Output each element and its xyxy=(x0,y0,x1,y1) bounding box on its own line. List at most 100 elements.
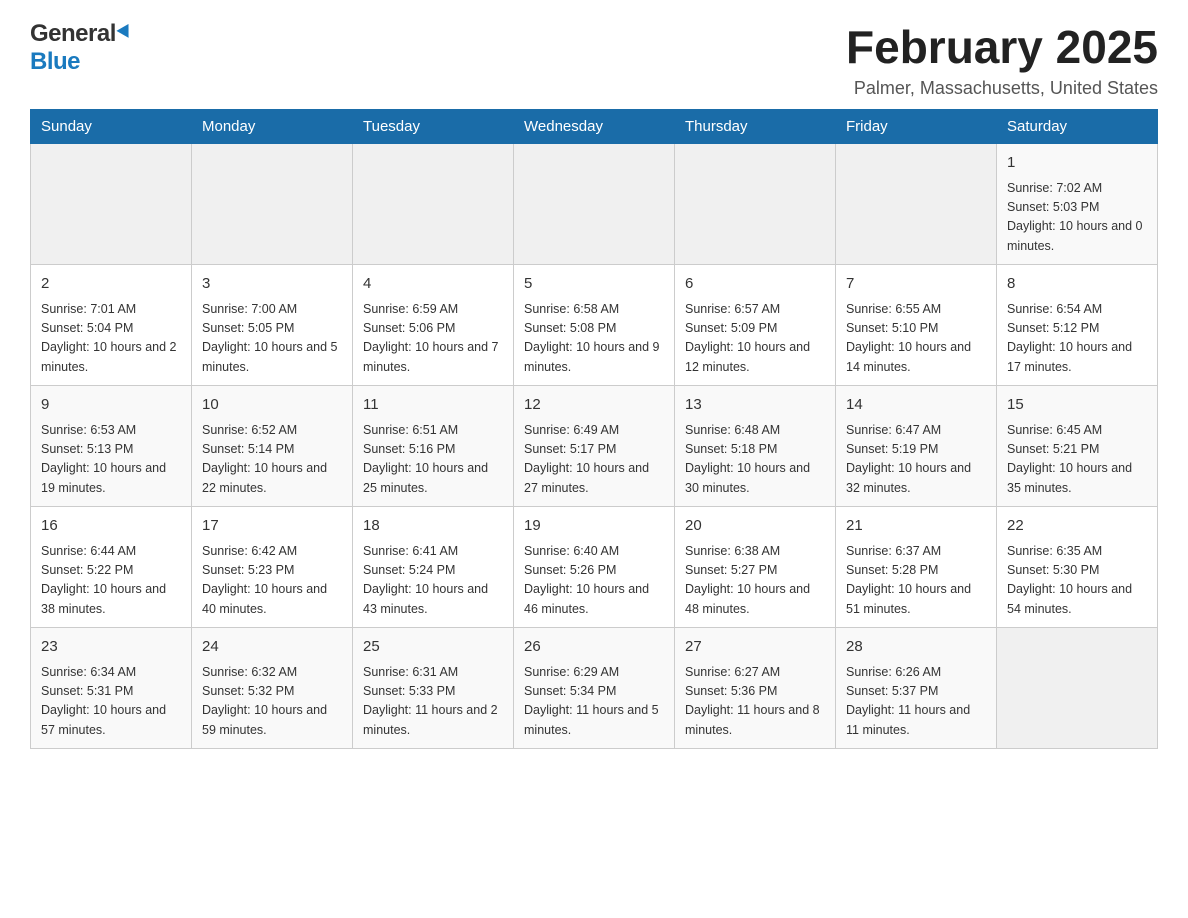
day-info: Sunrise: 6:52 AMSunset: 5:14 PMDaylight:… xyxy=(202,421,342,499)
calendar-cell: 17 Sunrise: 6:42 AMSunset: 5:23 PMDayligh… xyxy=(192,507,353,628)
calendar-cell: 13 Sunrise: 6:48 AMSunset: 5:18 PMDayligh… xyxy=(675,386,836,507)
weekday-header-sunday: Sunday xyxy=(31,110,192,144)
day-info: Sunrise: 7:01 AMSunset: 5:04 PMDaylight:… xyxy=(41,300,181,378)
day-info: Sunrise: 6:49 AMSunset: 5:17 PMDaylight:… xyxy=(524,421,664,499)
weekday-header-row: SundayMondayTuesdayWednesdayThursdayFrid… xyxy=(31,110,1158,144)
day-number: 10 xyxy=(202,394,342,417)
calendar-cell xyxy=(353,144,514,265)
calendar-cell: 18 Sunrise: 6:41 AMSunset: 5:24 PMDayligh… xyxy=(353,507,514,628)
calendar-week-1: 1Sunrise: 7:02 AMSunset: 5:03 PMDaylight… xyxy=(31,144,1158,265)
calendar-week-3: 9 Sunrise: 6:53 AMSunset: 5:13 PMDaylight… xyxy=(31,386,1158,507)
calendar-cell: 12 Sunrise: 6:49 AMSunset: 5:17 PMDayligh… xyxy=(514,386,675,507)
day-number: 19 xyxy=(524,515,664,538)
calendar-cell: 3Sunrise: 7:00 AMSunset: 5:05 PMDaylight… xyxy=(192,265,353,386)
day-info: Sunrise: 6:40 AMSunset: 5:26 PMDaylight:… xyxy=(524,542,664,620)
day-number: 14 xyxy=(846,394,986,417)
calendar-cell xyxy=(192,144,353,265)
day-info: Sunrise: 6:41 AMSunset: 5:24 PMDaylight:… xyxy=(363,542,503,620)
day-info: Sunrise: 6:38 AMSunset: 5:27 PMDaylight:… xyxy=(685,542,825,620)
calendar-cell xyxy=(997,628,1158,749)
month-title: February 2025 xyxy=(846,20,1158,74)
day-info: Sunrise: 6:45 AMSunset: 5:21 PMDaylight:… xyxy=(1007,421,1147,499)
weekday-header-tuesday: Tuesday xyxy=(353,110,514,144)
calendar-cell: 4 Sunrise: 6:59 AMSunset: 5:06 PMDaylight… xyxy=(353,265,514,386)
weekday-header-thursday: Thursday xyxy=(675,110,836,144)
day-number: 15 xyxy=(1007,394,1147,417)
day-number: 22 xyxy=(1007,515,1147,538)
calendar-cell xyxy=(675,144,836,265)
calendar-week-2: 2 Sunrise: 7:01 AMSunset: 5:04 PMDaylight… xyxy=(31,265,1158,386)
logo-blue-text: Blue xyxy=(30,48,80,75)
day-number: 12 xyxy=(524,394,664,417)
calendar-header: SundayMondayTuesdayWednesdayThursdayFrid… xyxy=(31,110,1158,144)
day-number: 21 xyxy=(846,515,986,538)
day-number: 17 xyxy=(202,515,342,538)
day-number: 9 xyxy=(41,394,181,417)
calendar-cell: 10 Sunrise: 6:52 AMSunset: 5:14 PMDayligh… xyxy=(192,386,353,507)
day-number: 13 xyxy=(685,394,825,417)
day-info: Sunrise: 6:31 AMSunset: 5:33 PMDaylight:… xyxy=(363,663,503,741)
weekday-header-monday: Monday xyxy=(192,110,353,144)
calendar-cell: 6 Sunrise: 6:57 AMSunset: 5:09 PMDaylight… xyxy=(675,265,836,386)
calendar-cell: 28 Sunrise: 6:26 AMSunset: 5:37 PMDayligh… xyxy=(836,628,997,749)
calendar-cell: 26 Sunrise: 6:29 AMSunset: 5:34 PMDayligh… xyxy=(514,628,675,749)
day-info: Sunrise: 6:53 AMSunset: 5:13 PMDaylight:… xyxy=(41,421,181,499)
calendar-cell: 2 Sunrise: 7:01 AMSunset: 5:04 PMDaylight… xyxy=(31,265,192,386)
day-info: Sunrise: 6:51 AMSunset: 5:16 PMDaylight:… xyxy=(363,421,503,499)
page-header: General Blue February 2025 Palmer, Massa… xyxy=(30,20,1158,99)
day-info: Sunrise: 6:42 AMSunset: 5:23 PMDaylight:… xyxy=(202,542,342,620)
weekday-header-wednesday: Wednesday xyxy=(514,110,675,144)
calendar-cell: 7 Sunrise: 6:55 AMSunset: 5:10 PMDaylight… xyxy=(836,265,997,386)
calendar-cell xyxy=(31,144,192,265)
calendar-body: 1Sunrise: 7:02 AMSunset: 5:03 PMDaylight… xyxy=(31,144,1158,749)
day-number: 25 xyxy=(363,636,503,659)
day-number: 18 xyxy=(363,515,503,538)
calendar-cell xyxy=(514,144,675,265)
calendar-cell: 11 Sunrise: 6:51 AMSunset: 5:16 PMDayligh… xyxy=(353,386,514,507)
day-number: 16 xyxy=(41,515,181,538)
calendar-cell: 23 Sunrise: 6:34 AMSunset: 5:31 PMDayligh… xyxy=(31,628,192,749)
day-info: Sunrise: 6:32 AMSunset: 5:32 PMDaylight:… xyxy=(202,663,342,741)
day-info: Sunrise: 6:29 AMSunset: 5:34 PMDaylight:… xyxy=(524,663,664,741)
day-info: Sunrise: 6:55 AMSunset: 5:10 PMDaylight:… xyxy=(846,300,986,378)
day-info: Sunrise: 6:27 AMSunset: 5:36 PMDaylight:… xyxy=(685,663,825,741)
calendar-cell: 19 Sunrise: 6:40 AMSunset: 5:26 PMDayligh… xyxy=(514,507,675,628)
day-number: 1 xyxy=(1007,152,1147,175)
day-number: 28 xyxy=(846,636,986,659)
day-number: 5 xyxy=(524,273,664,296)
calendar-week-4: 16Sunrise: 6:44 AMSunset: 5:22 PMDayligh… xyxy=(31,507,1158,628)
logo: General Blue xyxy=(30,20,134,76)
calendar-cell: 16Sunrise: 6:44 AMSunset: 5:22 PMDayligh… xyxy=(31,507,192,628)
day-number: 2 xyxy=(41,273,181,296)
calendar-cell: 24 Sunrise: 6:32 AMSunset: 5:32 PMDayligh… xyxy=(192,628,353,749)
day-number: 7 xyxy=(846,273,986,296)
day-info: Sunrise: 6:59 AMSunset: 5:06 PMDaylight:… xyxy=(363,300,503,378)
day-info: Sunrise: 6:48 AMSunset: 5:18 PMDaylight:… xyxy=(685,421,825,499)
day-info: Sunrise: 6:58 AMSunset: 5:08 PMDaylight:… xyxy=(524,300,664,378)
location-subtitle: Palmer, Massachusetts, United States xyxy=(846,78,1158,99)
day-info: Sunrise: 6:35 AMSunset: 5:30 PMDaylight:… xyxy=(1007,542,1147,620)
day-number: 4 xyxy=(363,273,503,296)
day-number: 27 xyxy=(685,636,825,659)
calendar-cell: 21Sunrise: 6:37 AMSunset: 5:28 PMDayligh… xyxy=(836,507,997,628)
calendar-cell: 15 Sunrise: 6:45 AMSunset: 5:21 PMDayligh… xyxy=(997,386,1158,507)
day-number: 11 xyxy=(363,394,503,417)
calendar-cell: 8Sunrise: 6:54 AMSunset: 5:12 PMDaylight… xyxy=(997,265,1158,386)
calendar-cell: 20 Sunrise: 6:38 AMSunset: 5:27 PMDayligh… xyxy=(675,507,836,628)
day-number: 26 xyxy=(524,636,664,659)
day-number: 6 xyxy=(685,273,825,296)
day-number: 23 xyxy=(41,636,181,659)
calendar-cell: 22 Sunrise: 6:35 AMSunset: 5:30 PMDayligh… xyxy=(997,507,1158,628)
day-info: Sunrise: 6:26 AMSunset: 5:37 PMDaylight:… xyxy=(846,663,986,741)
day-info: Sunrise: 6:54 AMSunset: 5:12 PMDaylight:… xyxy=(1007,300,1147,378)
day-number: 3 xyxy=(202,273,342,296)
calendar-week-5: 23 Sunrise: 6:34 AMSunset: 5:31 PMDayligh… xyxy=(31,628,1158,749)
day-number: 20 xyxy=(685,515,825,538)
day-info: Sunrise: 6:34 AMSunset: 5:31 PMDaylight:… xyxy=(41,663,181,741)
calendar-cell: 14Sunrise: 6:47 AMSunset: 5:19 PMDayligh… xyxy=(836,386,997,507)
day-info: Sunrise: 6:57 AMSunset: 5:09 PMDaylight:… xyxy=(685,300,825,378)
weekday-header-friday: Friday xyxy=(836,110,997,144)
day-number: 24 xyxy=(202,636,342,659)
calendar-cell: 27 Sunrise: 6:27 AMSunset: 5:36 PMDayligh… xyxy=(675,628,836,749)
calendar-cell: 25 Sunrise: 6:31 AMSunset: 5:33 PMDayligh… xyxy=(353,628,514,749)
